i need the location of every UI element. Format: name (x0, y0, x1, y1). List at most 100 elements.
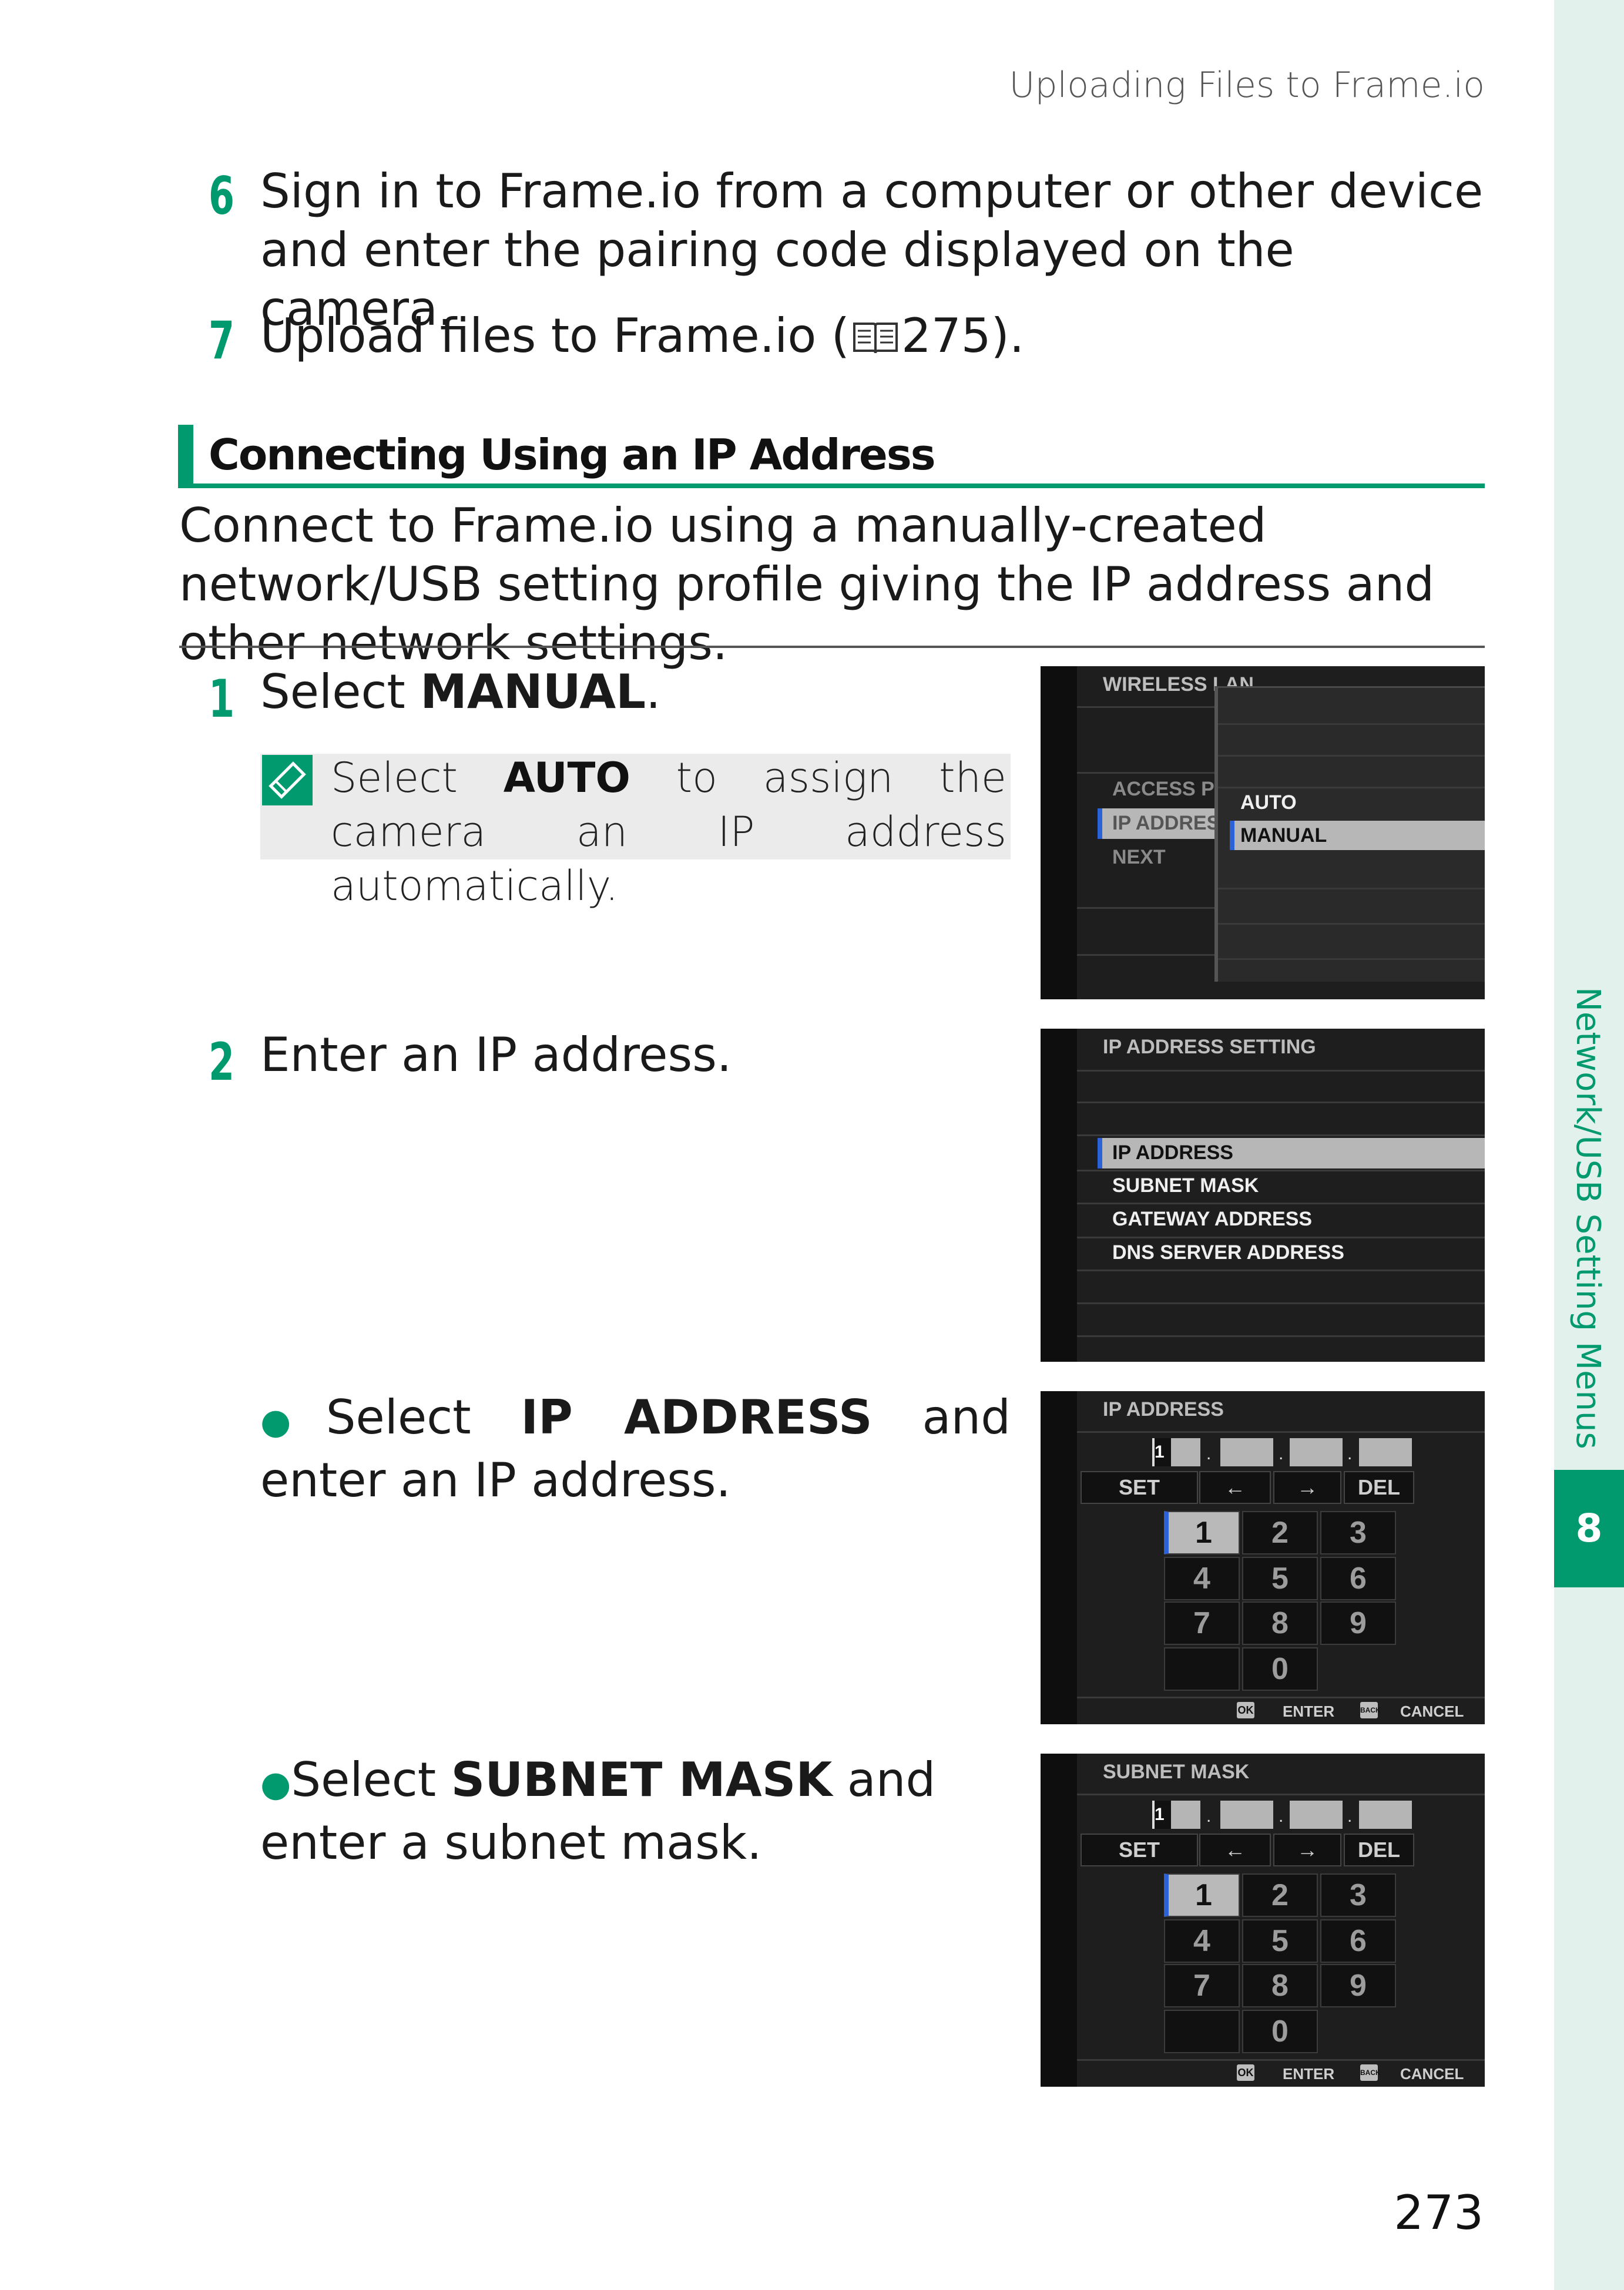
key-4[interactable]: 4 (1164, 1557, 1240, 1600)
key-3[interactable]: 3 (1320, 1873, 1396, 1917)
ok-button-icon: OK (1237, 2064, 1254, 2081)
camera-screen-ip-address-setting: IP ADDRESS SETTING IP ADDRESS SUBNET MAS… (1041, 1029, 1485, 1362)
row-line (1218, 755, 1485, 757)
menu-item-next[interactable]: NEXT (1112, 846, 1166, 869)
key-blank (1164, 1647, 1240, 1691)
key-8[interactable]: 8 (1242, 1964, 1318, 2007)
key-1[interactable]: 1 (1164, 1873, 1240, 1917)
key-9[interactable]: 9 (1320, 1601, 1396, 1645)
camera-screen-subnet-keypad: SUBNET MASK 1 . . . SET ← → DEL 1 2 3 4 … (1041, 1754, 1485, 2087)
key-7[interactable]: 7 (1164, 1964, 1240, 2007)
step-number: 6 (209, 166, 235, 226)
ip-octet-field[interactable] (1290, 1438, 1343, 1466)
ip-dot: . (1279, 1807, 1284, 1826)
key-8[interactable]: 8 (1242, 1601, 1318, 1645)
key-6[interactable]: 6 (1320, 1557, 1396, 1600)
ip-dot: . (1206, 1807, 1212, 1826)
row-line (1077, 1794, 1485, 1795)
page-number: 273 (1394, 2185, 1484, 2240)
step-text: Select MANUAL. (260, 664, 661, 719)
set-button[interactable]: SET (1081, 1471, 1198, 1504)
step-number: 2 (209, 1032, 235, 1092)
key-1[interactable]: 1 (1164, 1511, 1240, 1554)
screen-strip (1041, 1754, 1077, 2087)
mask-octet-field[interactable] (1220, 1801, 1273, 1829)
back-button-icon: BACK (1360, 2064, 1381, 2081)
page-reference[interactable]: 275 (901, 308, 991, 363)
key-7[interactable]: 7 (1164, 1601, 1240, 1645)
row-line (1218, 923, 1485, 925)
left-arrow-button[interactable]: ← (1199, 1834, 1271, 1866)
cancel-label: CANCEL (1400, 1703, 1464, 1720)
ip-dot: . (1347, 1444, 1353, 1463)
selection-bar (1098, 808, 1102, 839)
key-6[interactable]: 6 (1320, 1919, 1396, 1963)
right-arrow-button[interactable]: → (1273, 1834, 1341, 1866)
camera-screen-wireless-lan: WIRELESS LAN ACCESS POINT SETTING IP ADD… (1041, 666, 1485, 999)
enter-label: ENTER (1283, 1703, 1335, 1720)
row-line (1218, 888, 1485, 889)
key-0[interactable]: 0 (1242, 1647, 1318, 1691)
menu-option-manual: MANUAL (420, 664, 646, 719)
left-arrow-button[interactable]: ← (1199, 1471, 1271, 1504)
screen-title: IP ADDRESS SETTING (1103, 1036, 1316, 1058)
key-blank (1164, 2010, 1240, 2053)
book-icon (852, 310, 899, 369)
step-number: 1 (209, 669, 235, 729)
running-header: Uploading Files to Frame.io (1009, 65, 1485, 106)
step-text-start: Upload files to Frame.io ( (260, 308, 850, 363)
section-rule (178, 483, 1485, 488)
row-line (1077, 1070, 1485, 1072)
cancel-label: CANCEL (1400, 2065, 1464, 2083)
row-line (1077, 1335, 1485, 1337)
row-line (1077, 2059, 1485, 2061)
delete-button[interactable]: DEL (1344, 1834, 1414, 1866)
step-text: Enter an IP address. (260, 1028, 732, 1082)
section-marker (178, 425, 193, 488)
screen-strip (1041, 1029, 1077, 1362)
bullet-item: ●Select IP ADDRESS and enter an IP addre… (260, 1390, 1011, 1507)
note-icon (262, 755, 313, 805)
menu-item-dns-server[interactable]: DNS SERVER ADDRESS (1112, 1241, 1344, 1264)
step-text: Upload files to Frame.io ( 275). (260, 307, 1142, 369)
key-2[interactable]: 2 (1242, 1873, 1318, 1917)
key-5[interactable]: 5 (1242, 1557, 1318, 1600)
ip-octet-field[interactable] (1220, 1438, 1273, 1466)
row-line (1077, 1203, 1485, 1204)
row-line (1077, 1431, 1485, 1433)
key-9[interactable]: 9 (1320, 1964, 1396, 2007)
key-0[interactable]: 0 (1242, 2010, 1318, 2053)
bullet-dot: ● (260, 1401, 326, 1442)
divider (179, 646, 1485, 648)
chapter-title: Network/USB Setting Menus (1569, 987, 1607, 1449)
delete-button[interactable]: DEL (1344, 1471, 1414, 1504)
key-2[interactable]: 2 (1242, 1511, 1318, 1554)
back-button-icon: BACK (1360, 1702, 1381, 1718)
set-button[interactable]: SET (1081, 1834, 1198, 1866)
ok-button-icon: OK (1237, 1702, 1254, 1718)
mask-octet-field[interactable] (1359, 1801, 1412, 1829)
menu-item-ip-address[interactable]: IP ADDRESS (1112, 1141, 1233, 1164)
ip-octet-field[interactable] (1171, 1438, 1200, 1466)
bullet-dot: ● (260, 1764, 291, 1805)
screen-strip (1041, 1391, 1077, 1724)
key-3[interactable]: 3 (1320, 1511, 1396, 1554)
menu-item-subnet-mask[interactable]: SUBNET MASK (1112, 1174, 1259, 1197)
option-auto[interactable]: AUTO (1240, 791, 1297, 814)
ip-octet-field[interactable] (1359, 1438, 1412, 1466)
camera-screen-ip-keypad: IP ADDRESS 1 . . . SET ← → DEL 1 2 3 4 5… (1041, 1391, 1485, 1724)
ip-cursor: 1 (1152, 1801, 1172, 1829)
row-line (1218, 723, 1485, 725)
mask-octet-field[interactable] (1290, 1801, 1343, 1829)
menu-item-gateway-address[interactable]: GATEWAY ADDRESS (1112, 1208, 1312, 1231)
screen-title: SUBNET MASK (1103, 1761, 1250, 1783)
right-arrow-button[interactable]: → (1273, 1471, 1341, 1504)
key-5[interactable]: 5 (1242, 1919, 1318, 1963)
option-manual[interactable]: MANUAL (1240, 824, 1327, 847)
key-4[interactable]: 4 (1164, 1919, 1240, 1963)
section-title: Connecting Using an IP Address (209, 430, 936, 479)
ip-dot: . (1279, 1444, 1284, 1463)
row-line (1218, 958, 1485, 960)
mask-octet-field[interactable] (1171, 1801, 1200, 1829)
row-line (1077, 1302, 1485, 1304)
